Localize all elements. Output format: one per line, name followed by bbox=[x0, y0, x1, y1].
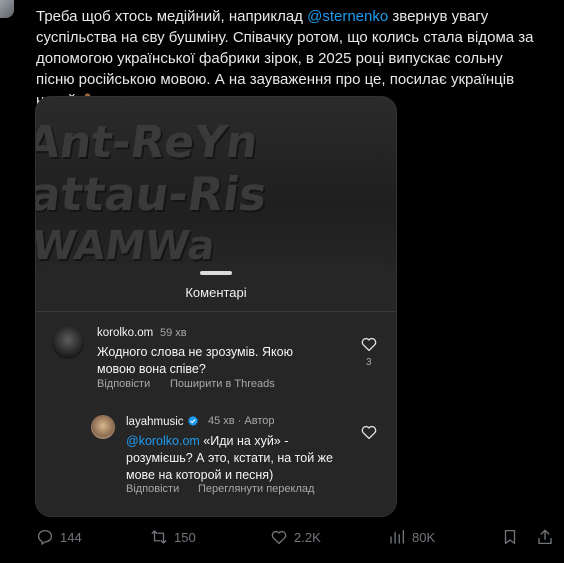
repost-count: 150 bbox=[174, 529, 196, 545]
bookmark-icon bbox=[504, 529, 516, 545]
comment-username-text: layahmusic bbox=[126, 416, 184, 428]
repost-icon bbox=[151, 530, 167, 544]
reply-button[interactable]: Відповісти bbox=[126, 483, 179, 495]
comment-time-text: 45 хв bbox=[208, 415, 235, 427]
background-lettering: Ant-ReYn bbox=[36, 117, 262, 168]
comment-line: мове на которой и песня) bbox=[126, 468, 274, 482]
comment-like-count: 3 bbox=[366, 357, 372, 368]
heart-icon[interactable] bbox=[360, 335, 378, 353]
author-tag: · Автор bbox=[237, 415, 275, 427]
mention-link[interactable]: @sternenko bbox=[307, 8, 388, 25]
heart-icon bbox=[271, 530, 287, 545]
divider bbox=[36, 311, 396, 312]
verified-badge-icon bbox=[187, 415, 198, 426]
like-action[interactable]: 2.2K bbox=[270, 525, 321, 549]
comment-username[interactable]: korolko.om bbox=[97, 327, 153, 339]
tweet-text-part: Треба щоб хтось медійний, наприклад bbox=[36, 8, 308, 25]
comment-time: 45 хв · Автор bbox=[208, 415, 275, 427]
comment-body: @korolko.om «Иди на хуй» - розумієшь? А … bbox=[126, 433, 333, 484]
like-count: 2.2K bbox=[294, 529, 321, 545]
reply-action[interactable]: 144 bbox=[36, 525, 82, 549]
comment-body: Жодного слова не зрозумів. Якою мовою во… bbox=[97, 344, 293, 378]
heart-icon[interactable] bbox=[360, 423, 378, 441]
comment-line: Жодного слова не зрозумів. Якою bbox=[97, 345, 293, 359]
view-count: 80K bbox=[412, 529, 436, 545]
share-action[interactable] bbox=[536, 525, 554, 549]
reply-count: 144 bbox=[60, 529, 82, 545]
sheet-drag-handle[interactable] bbox=[200, 271, 232, 275]
tweet-action-bar: 144 150 2.2K 80K bbox=[36, 525, 556, 549]
sheet-title: Коментарі bbox=[185, 285, 247, 300]
background-lettering: attau-Ris bbox=[36, 167, 271, 221]
author-avatar[interactable] bbox=[0, 0, 14, 18]
comments-sheet: Коментарі korolko.om 59 хв Жодного слова… bbox=[36, 263, 396, 516]
video-frame: Ant-ReYn attau-Ris WAMWa bbox=[36, 97, 396, 277]
reply-button[interactable]: Відповісти bbox=[97, 378, 150, 390]
views-icon bbox=[390, 529, 405, 544]
reply-icon bbox=[37, 529, 53, 545]
comment-username[interactable]: layahmusic bbox=[126, 415, 199, 428]
view-translation-button[interactable]: Переглянути переклад bbox=[198, 483, 314, 495]
comment-time: 59 хв bbox=[160, 327, 187, 339]
comment-line: розумієшь? А это, кстати, на той же bbox=[126, 451, 333, 465]
share-threads-button[interactable]: Поширити в Threads bbox=[170, 378, 275, 390]
comment-line: мовою вона співе? bbox=[97, 362, 206, 376]
bookmark-action[interactable] bbox=[501, 525, 519, 549]
repost-action[interactable]: 150 bbox=[150, 525, 196, 549]
commenter-avatar[interactable] bbox=[91, 415, 115, 439]
share-icon bbox=[538, 529, 552, 545]
media-video[interactable]: Ant-ReYn attau-Ris WAMWa Коментарі korol… bbox=[35, 96, 397, 517]
commenter-avatar[interactable] bbox=[52, 327, 84, 359]
comment-text: «Иди на хуй» - bbox=[199, 434, 289, 448]
views-action[interactable]: 80K bbox=[388, 525, 435, 549]
comment-line: @korolko.om «Иди на хуй» - bbox=[126, 433, 333, 450]
comment-mention-link[interactable]: @korolko.om bbox=[126, 434, 200, 448]
